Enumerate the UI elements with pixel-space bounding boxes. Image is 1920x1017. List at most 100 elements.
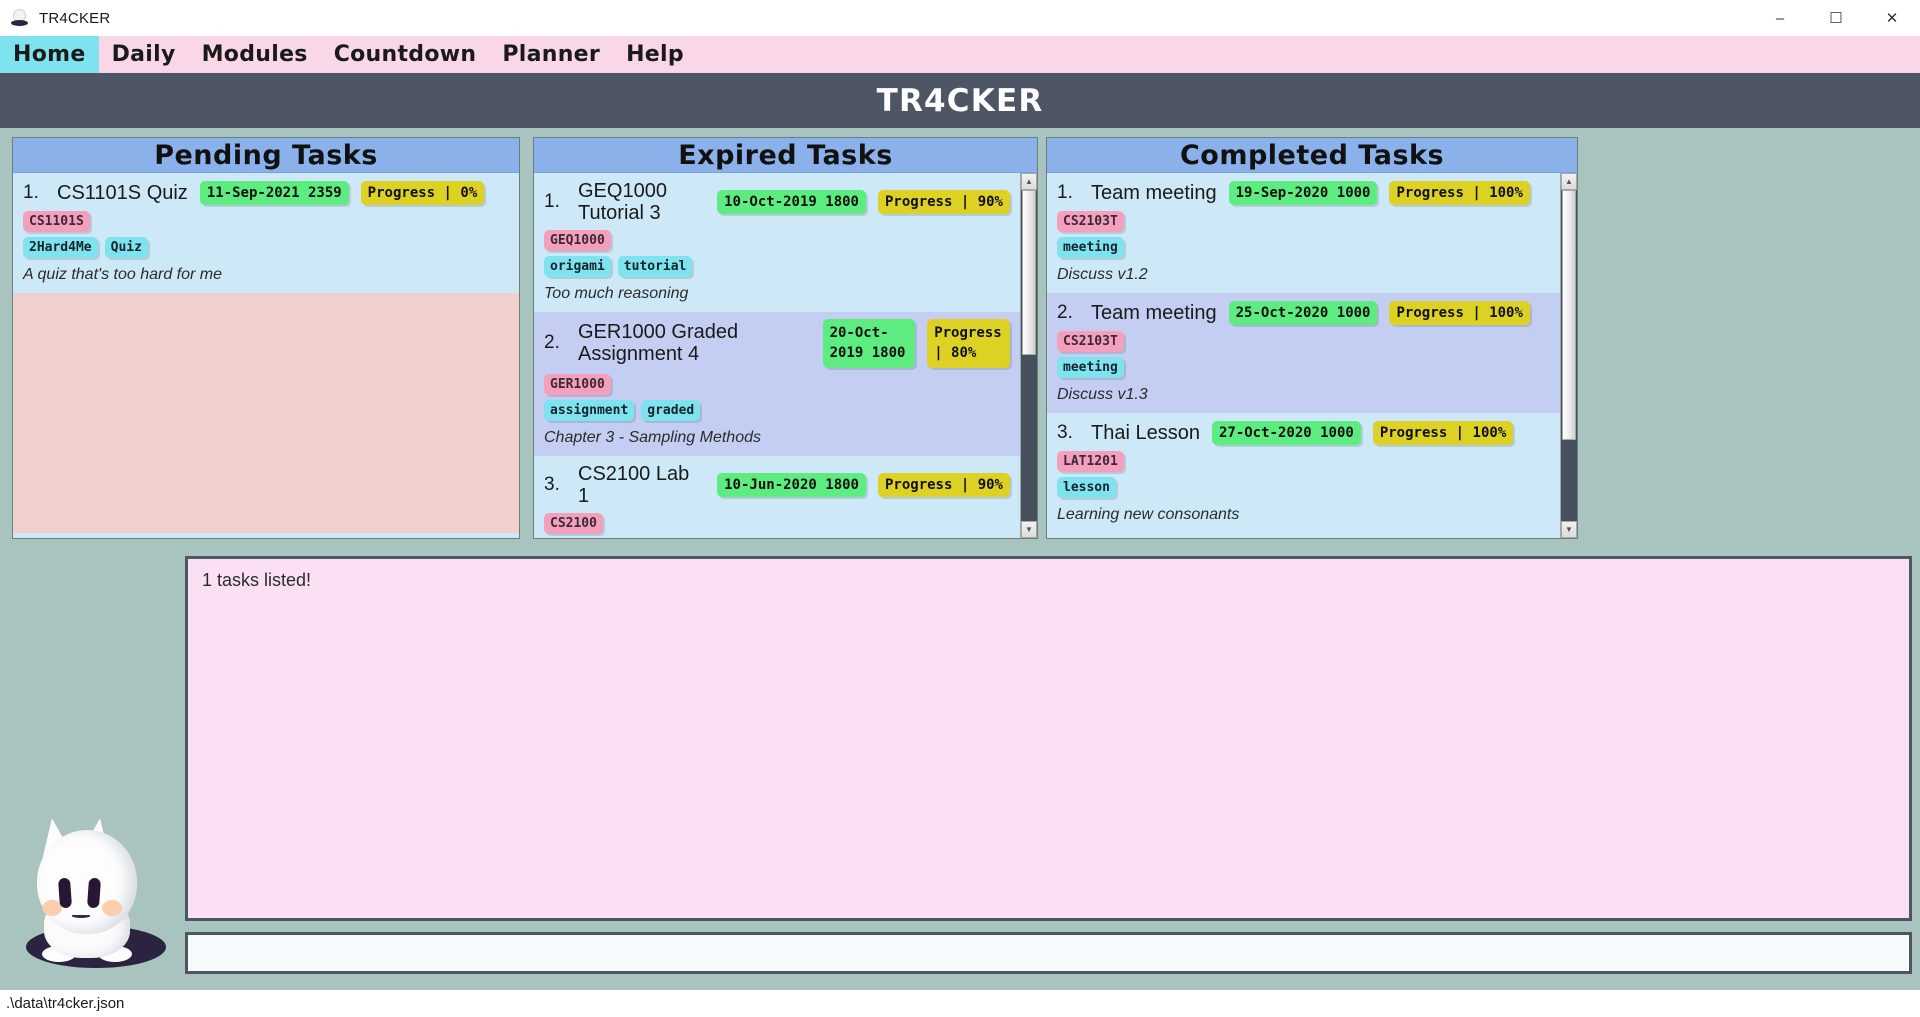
- task-index: 1.: [1057, 181, 1073, 203]
- completed-scroll-thumb[interactable]: [1562, 190, 1576, 440]
- task-module-tag: LAT1201: [1057, 451, 1124, 472]
- task-date-badge: 19-Sep-2020 1000: [1228, 180, 1378, 205]
- task-card[interactable]: 1. CS1101S Quiz 11-Sep-2021 2359 Progres…: [13, 173, 519, 293]
- task-module-tag-row: GER1000: [544, 373, 1010, 395]
- task-title: GER1000 Graded Assignment 4: [578, 321, 739, 366]
- task-progress-badge: Progress | 100%: [1389, 300, 1530, 325]
- menu-item-countdown[interactable]: Countdown: [321, 36, 490, 73]
- expired-scrollbar[interactable]: ▲ ▼: [1020, 173, 1037, 538]
- app-window: TR4CKER – ☐ ✕ Home Daily Modules Countdo…: [0, 0, 1920, 1017]
- task-progress-badge: Progress | 100%: [1389, 180, 1530, 205]
- task-description: Discuss v1.2: [1057, 266, 1148, 283]
- column-expired-header: Expired Tasks: [534, 138, 1037, 173]
- save-location-text: .\data\tr4cker.json: [6, 995, 125, 1012]
- expired-scroll-track[interactable]: [1021, 190, 1037, 521]
- completed-scroll-track[interactable]: [1561, 190, 1577, 521]
- task-module-tag: GER1000: [544, 373, 611, 395]
- task-description: A quiz that's too hard for me: [23, 266, 223, 283]
- task-date-badge: 20-Oct-2019 1800: [822, 319, 916, 368]
- task-header-row: 2. Team meeting 25-Oct-2020 1000 Progres…: [1057, 300, 1550, 325]
- column-completed: Completed Tasks 1. Team meeting 19-Sep-2…: [1046, 137, 1578, 539]
- task-card[interactable]: 1. Team meeting 19-Sep-2020 1000 Progres…: [1047, 173, 1560, 293]
- task-label-tag: graded: [641, 399, 701, 421]
- task-description: Learning new consonants: [1057, 506, 1240, 523]
- window-titlebar: TR4CKER – ☐ ✕: [0, 0, 1920, 36]
- command-input[interactable]: [198, 943, 1899, 963]
- console-area: 1 tasks listed!: [185, 546, 1920, 990]
- task-label-tag: tutorial: [617, 256, 693, 277]
- task-header-row: 1. Team meeting 19-Sep-2020 1000 Progres…: [1057, 180, 1550, 205]
- task-card[interactable]: 4. Thai Listening Quiz 2 27-Oct-2020 200…: [1047, 533, 1560, 538]
- maximize-button[interactable]: ☐: [1808, 0, 1864, 36]
- task-card[interactable]: 2. Team meeting 25-Oct-2020 1000 Progres…: [1047, 293, 1560, 413]
- task-label-tag-row: lesson: [1057, 477, 1550, 498]
- task-module-tag-row: CS2103T: [1057, 331, 1550, 352]
- pending-task-list[interactable]: 1. CS1101S Quiz 11-Sep-2021 2359 Progres…: [13, 173, 519, 538]
- task-module-tag: GEQ1000: [544, 230, 611, 251]
- scroll-up-icon[interactable]: ▲: [1561, 173, 1577, 190]
- task-date-badge: 27-Oct-2020 1000: [1211, 420, 1361, 445]
- task-date-badge: 10-Jun-2020 1800: [717, 472, 866, 497]
- task-label-tag: Quiz: [104, 237, 148, 258]
- task-header-row: 3. Thai Lesson 27-Oct-2020 1000 Progress…: [1057, 420, 1550, 445]
- column-expired-title: Expired Tasks: [678, 139, 893, 171]
- task-date-badge: 25-Oct-2020 1000: [1228, 300, 1378, 325]
- menu-item-modules[interactable]: Modules: [189, 36, 321, 73]
- expired-scroll-thumb[interactable]: [1022, 190, 1036, 355]
- task-description: Discuss v1.3: [1057, 386, 1148, 403]
- menu-item-help[interactable]: Help: [613, 36, 697, 73]
- column-completed-body: 1. Team meeting 19-Sep-2020 1000 Progres…: [1047, 173, 1577, 538]
- task-label-tag: origami: [544, 256, 611, 277]
- scroll-up-icon[interactable]: ▲: [1021, 173, 1037, 190]
- menu-item-home[interactable]: Home: [0, 36, 99, 73]
- task-module-tag: CS2103T: [1057, 331, 1124, 352]
- expired-task-list[interactable]: 1. GEQ1000 Tutorial 3 10-Oct-2019 1800 P…: [534, 173, 1020, 538]
- column-pending: Pending Tasks 1. CS1101S Quiz 11-Sep-202…: [12, 137, 520, 539]
- task-module-tag-row: CS1101S: [23, 211, 509, 232]
- task-label-tag: meeting: [1057, 237, 1124, 258]
- column-expired-body: 1. GEQ1000 Tutorial 3 10-Oct-2019 1800 P…: [534, 173, 1037, 538]
- minimize-button[interactable]: –: [1752, 0, 1808, 36]
- task-progress-badge: Progress | 100%: [1372, 420, 1514, 445]
- task-progress-badge: Progress | 0%: [360, 180, 485, 205]
- completed-scrollbar[interactable]: ▲ ▼: [1560, 173, 1577, 538]
- command-box[interactable]: [185, 932, 1912, 974]
- task-label-tag: meeting: [1057, 357, 1124, 378]
- task-title: Team meeting: [1091, 301, 1217, 324]
- task-title: CS2100 Lab 1: [578, 462, 690, 507]
- task-label-tag: 2Hard4Me: [23, 237, 98, 258]
- column-completed-header: Completed Tasks: [1047, 138, 1577, 173]
- statusbar: .\data\tr4cker.json: [0, 990, 1920, 1017]
- task-label-tag: lesson: [1057, 477, 1116, 498]
- task-index: 2.: [1057, 301, 1073, 323]
- task-card[interactable]: 3. Thai Lesson 27-Oct-2020 1000 Progress…: [1047, 413, 1560, 533]
- column-pending-header: Pending Tasks: [13, 138, 519, 173]
- column-pending-title: Pending Tasks: [154, 139, 378, 171]
- task-date-badge: 11-Sep-2021 2359: [199, 180, 349, 205]
- task-progress-badge: Progress | 80%: [927, 319, 1010, 368]
- task-columns: Pending Tasks 1. CS1101S Quiz 11-Sep-202…: [0, 128, 1920, 546]
- scroll-down-icon[interactable]: ▼: [1561, 521, 1577, 538]
- menu-item-planner[interactable]: Planner: [489, 36, 613, 73]
- task-title: Team meeting: [1091, 181, 1217, 204]
- column-expired: Expired Tasks 1. GEQ1000 Tutorial 3 10-O…: [533, 137, 1038, 539]
- task-label-tag-row: assignment graded: [544, 399, 1010, 421]
- task-date-badge: 10-Oct-2019 1800: [717, 190, 866, 214]
- task-header-row: 1. GEQ1000 Tutorial 3 10-Oct-2019 1800 P…: [544, 180, 1010, 224]
- task-title: CS1101S Quiz: [57, 181, 188, 204]
- close-button[interactable]: ✕: [1864, 0, 1920, 36]
- task-index: 3.: [1057, 421, 1073, 443]
- task-card[interactable]: 3. CS2100 Lab 1 10-Jun-2020 1800 Progres…: [534, 455, 1020, 538]
- task-label-tag-row: 2Hard4Me Quiz: [23, 237, 509, 258]
- column-pending-body: 1. CS1101S Quiz 11-Sep-2021 2359 Progres…: [13, 173, 519, 538]
- app-cat-icon: [10, 8, 30, 28]
- scroll-down-icon[interactable]: ▼: [1021, 521, 1037, 538]
- task-description: Chapter 3 - Sampling Methods: [544, 428, 761, 446]
- menu-item-daily[interactable]: Daily: [99, 36, 189, 73]
- task-module-tag-row: CS2100: [544, 512, 1010, 534]
- task-title: Thai Lesson: [1091, 421, 1200, 444]
- task-card[interactable]: 1. GEQ1000 Tutorial 3 10-Oct-2019 1800 P…: [534, 173, 1020, 312]
- task-label-tag-row: meeting: [1057, 357, 1550, 378]
- task-card[interactable]: 2. GER1000 Graded Assignment 4 20-Oct-20…: [534, 312, 1020, 456]
- completed-task-list[interactable]: 1. Team meeting 19-Sep-2020 1000 Progres…: [1047, 173, 1560, 538]
